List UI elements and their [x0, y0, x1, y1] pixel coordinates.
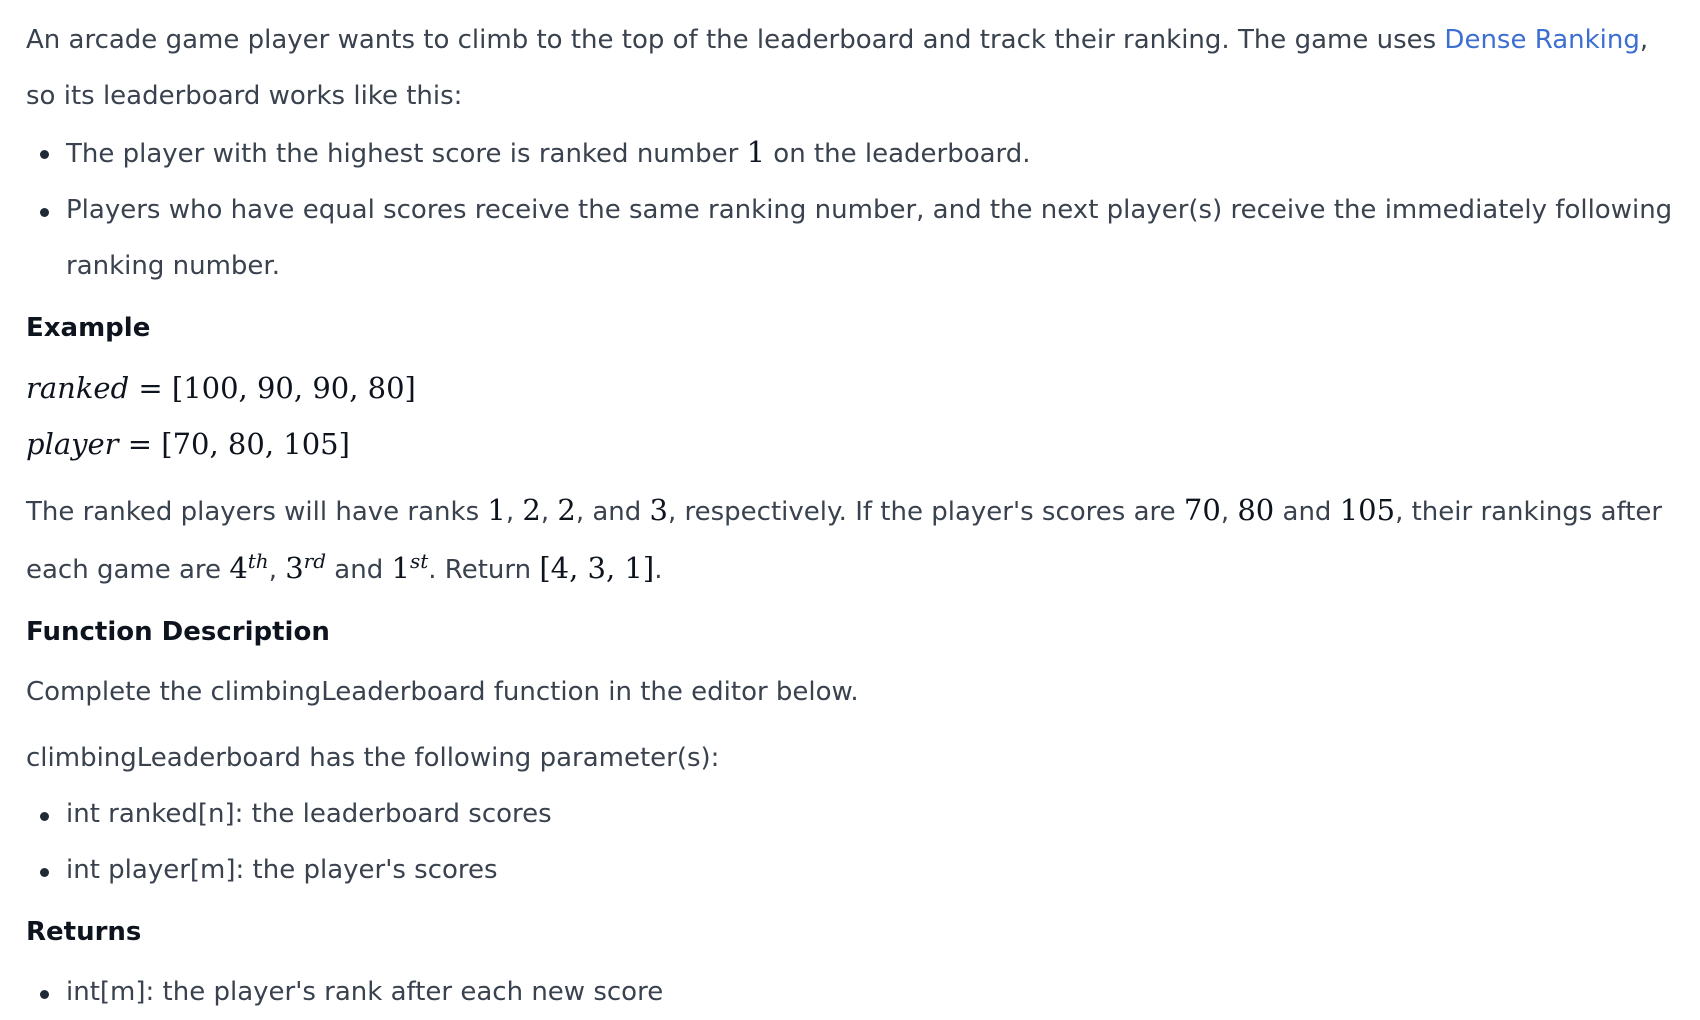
math-result: [4, 3, 1]	[539, 551, 655, 585]
math-number: 105	[1339, 493, 1396, 527]
math-number: 2	[522, 493, 541, 527]
expl-text: , respectively. If the player's scores a…	[667, 497, 1184, 527]
rule-text-after: on the leaderboard.	[765, 139, 1031, 169]
expl-text: .	[654, 555, 663, 585]
function-description-heading: Function Description	[26, 617, 330, 647]
player-variable: player	[26, 427, 119, 461]
expl-text: ,	[268, 555, 286, 585]
rules-list: The player with the highest score is ran…	[26, 124, 1674, 294]
player-value: = [70, 80, 105]	[127, 427, 350, 461]
ordinal-suffix: th	[247, 549, 269, 573]
parameter-item: int player[m]: the player's scores	[40, 842, 1674, 898]
math-number: 80	[1237, 493, 1275, 527]
expl-text: The ranked players will have ranks	[26, 497, 488, 527]
parameter-item: int ranked[n]: the leaderboard scores	[40, 786, 1674, 842]
ordinal-suffix: st	[409, 549, 429, 573]
parameters-intro: climbingLeaderboard has the following pa…	[26, 743, 720, 773]
expl-text: and	[1274, 497, 1340, 527]
dense-ranking-link[interactable]: Dense Ranking	[1444, 25, 1639, 55]
ranked-value: = [100, 90, 90, 80]	[138, 371, 416, 405]
intro-paragraph: An arcade game player wants to climb to …	[26, 12, 1674, 124]
math-number: 4	[229, 551, 248, 585]
rule-item: Players who have equal scores receive th…	[40, 182, 1674, 294]
math-number: 3	[649, 493, 668, 527]
parameters-list: int ranked[n]: the leaderboard scores in…	[26, 786, 1674, 898]
ranked-example: ranked = [100, 90, 90, 80]	[26, 360, 1674, 416]
expl-text: ,	[1220, 497, 1238, 527]
math-number: 3	[285, 551, 304, 585]
expl-text: ,	[505, 497, 523, 527]
problem-statement: An arcade game player wants to climb to …	[0, 0, 1700, 1012]
ordinal-4th: 4th	[229, 551, 268, 585]
rule-item: The player with the highest score is ran…	[40, 124, 1674, 182]
rule-text: The player with the highest score is ran…	[66, 139, 747, 169]
returns-heading: Returns	[26, 917, 142, 947]
expl-text: , and	[575, 497, 650, 527]
math-number: 70	[1183, 493, 1221, 527]
math-number: 1	[391, 551, 410, 585]
example-explanation: The ranked players will have ranks 1, 2,…	[26, 482, 1674, 598]
math-number: 1	[746, 135, 766, 169]
expl-text: ,	[540, 497, 558, 527]
ordinal-suffix: rd	[303, 549, 327, 573]
intro-text: An arcade game player wants to climb to …	[26, 25, 1445, 55]
math-number: 1	[487, 493, 506, 527]
expl-text: . Return	[428, 555, 540, 585]
ordinal-1st: 1st	[392, 551, 429, 585]
player-example: player = [70, 80, 105]	[26, 416, 1674, 472]
ranked-variable: ranked	[26, 371, 130, 405]
function-description-line: Complete the climbingLeaderboard functio…	[26, 677, 859, 707]
example-heading: Example	[26, 313, 151, 343]
ordinal-3rd: 3rd	[285, 551, 326, 585]
expl-text: and	[326, 555, 392, 585]
math-number: 2	[557, 493, 576, 527]
